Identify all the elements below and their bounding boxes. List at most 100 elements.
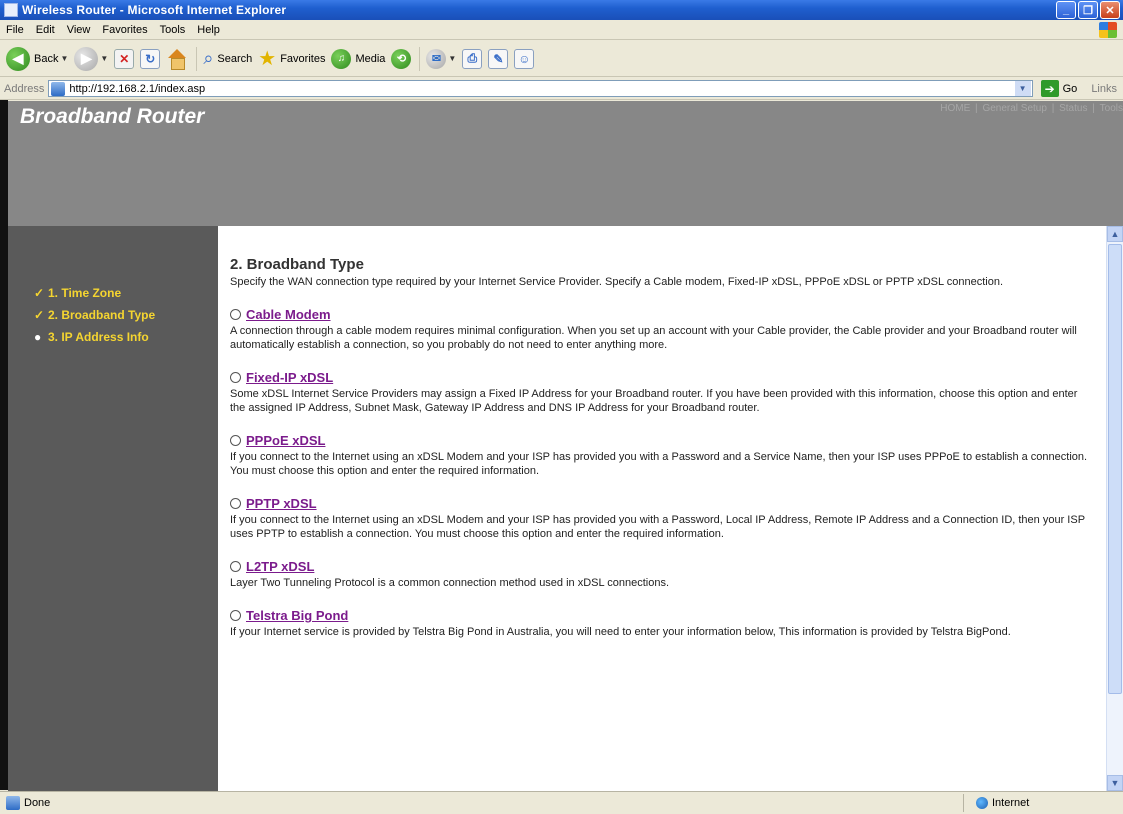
back-button[interactable]: ◀ Back ▼ [6, 46, 68, 71]
link-telstra-big-pond[interactable]: Telstra Big Pond [246, 608, 348, 623]
page-done-icon [6, 796, 20, 810]
go-label: Go [1062, 82, 1078, 95]
menu-file[interactable]: File [6, 24, 24, 36]
menu-help[interactable]: Help [197, 24, 220, 36]
radio-cable-modem[interactable] [230, 309, 241, 320]
mail-button[interactable]: ✉ ▼ [426, 48, 456, 69]
maximize-button[interactable]: ❐ [1078, 1, 1098, 19]
link-cable-modem[interactable]: Cable Modem [246, 307, 331, 322]
forward-button[interactable]: ▶ ▼ [74, 46, 108, 71]
link-l2tp-xdsl[interactable]: L2TP xDSL [246, 559, 314, 574]
refresh-button[interactable]: ↻ [140, 48, 161, 69]
media-button[interactable]: ♫ Media [331, 48, 386, 69]
nav-home[interactable]: HOME [940, 103, 970, 114]
favorites-star-icon: ★ [258, 48, 277, 70]
media-icon: ♫ [331, 48, 352, 69]
nav-tools[interactable]: Tools [1100, 103, 1123, 114]
option-telstra-big-pond: Telstra Big Pond If your Internet servic… [230, 608, 1088, 639]
stop-icon: ✕ [114, 48, 135, 69]
broadband-type-form: 2. Broadband Type Specify the WAN connec… [230, 256, 1088, 639]
print-icon: ⎙ [462, 48, 483, 69]
checkmark-icon: ✓ [34, 308, 45, 322]
menu-edit[interactable]: Edit [36, 24, 55, 36]
media-label: Media [355, 52, 386, 65]
title-bar: Wireless Router - Microsoft Internet Exp… [0, 0, 1123, 20]
link-fixed-ip-xdsl[interactable]: Fixed-IP xDSL [246, 370, 333, 385]
page-icon [51, 81, 66, 96]
bullet-icon: ● [34, 330, 42, 344]
option-description: Some xDSL Internet Service Providers may… [230, 388, 1078, 414]
security-zone: Internet [963, 794, 1123, 812]
radio-pptp-xdsl[interactable] [230, 498, 241, 509]
history-button[interactable]: ⟲ [391, 48, 412, 69]
nav-status[interactable]: Status [1059, 103, 1087, 114]
scroll-down-icon[interactable]: ▼ [1107, 775, 1123, 791]
chevron-down-icon[interactable]: ▼ [1014, 81, 1031, 96]
chevron-down-icon[interactable]: ▼ [100, 54, 108, 63]
option-pppoe-xdsl: PPPoE xDSL If you connect to the Interne… [230, 433, 1088, 478]
scroll-up-icon[interactable]: ▲ [1107, 226, 1123, 242]
option-description: A connection through a cable modem requi… [230, 325, 1077, 351]
main-content: 2. Broadband Type Specify the WAN connec… [218, 226, 1106, 791]
radio-fixed-ip-xdsl[interactable] [230, 372, 241, 383]
chevron-down-icon[interactable]: ▼ [448, 54, 456, 63]
link-pppoe-xdsl[interactable]: PPPoE xDSL [246, 433, 325, 448]
wizard-sidebar: ✓ 1. Time Zone ✓ 2. Broadband Type ● 3. … [8, 226, 218, 791]
vertical-scrollbar[interactable]: ▲ ▼ [1106, 226, 1123, 791]
window-title: Wireless Router - Microsoft Internet Exp… [22, 3, 287, 17]
option-pptp-xdsl: PPTP xDSL If you connect to the Internet… [230, 496, 1088, 541]
radio-l2tp-xdsl[interactable] [230, 561, 241, 572]
home-icon [166, 48, 188, 70]
nav-separator: | [1092, 103, 1095, 114]
menu-favorites[interactable]: Favorites [102, 24, 147, 36]
status-text: Done [24, 797, 51, 809]
address-url[interactable]: http://192.168.2.1/index.asp [69, 83, 1014, 95]
chevron-down-icon[interactable]: ▼ [60, 54, 68, 63]
nav-separator: | [975, 103, 978, 114]
close-button[interactable]: ✕ [1100, 1, 1120, 19]
page-left-edge [0, 100, 8, 790]
go-arrow-icon: ➔ [1040, 80, 1059, 97]
nav-general-setup[interactable]: General Setup [982, 103, 1047, 114]
toolbar-divider [419, 46, 421, 71]
history-icon: ⟲ [391, 48, 412, 69]
wizard-steps: ✓ 1. Time Zone ✓ 2. Broadband Type ● 3. … [34, 286, 155, 352]
address-input[interactable]: http://192.168.2.1/index.asp ▼ [48, 80, 1033, 97]
zone-label: Internet [992, 797, 1030, 809]
home-button[interactable] [166, 48, 188, 70]
status-bar: Done Internet [0, 791, 1123, 814]
messenger-button[interactable]: ☺ [514, 48, 535, 69]
link-pptp-xdsl[interactable]: PPTP xDSL [246, 496, 317, 511]
scrollbar-thumb[interactable] [1108, 244, 1122, 694]
toolbar: ◀ Back ▼ ▶ ▼ ✕ ↻ ⌕ Search ★ Favorites ♫ … [0, 41, 1123, 77]
back-label: Back [34, 52, 59, 65]
search-label: Search [217, 52, 253, 65]
links-button[interactable]: Links [1091, 83, 1117, 95]
search-button[interactable]: ⌕ Search [203, 48, 252, 69]
edit-button[interactable]: ✎ [488, 48, 509, 69]
windows-logo-icon [1099, 21, 1117, 38]
favorites-button[interactable]: ★ Favorites [258, 46, 325, 71]
stop-button[interactable]: ✕ [114, 48, 135, 69]
menu-view[interactable]: View [67, 24, 91, 36]
wizard-step-ip-address-info[interactable]: ● 3. IP Address Info [34, 330, 155, 344]
edit-icon: ✎ [488, 48, 509, 69]
wizard-step-broadband-type[interactable]: ✓ 2. Broadband Type [34, 308, 155, 322]
option-fixed-ip-xdsl: Fixed-IP xDSL Some xDSL Internet Service… [230, 370, 1088, 415]
radio-telstra-big-pond[interactable] [230, 610, 241, 621]
toolbar-divider [196, 46, 198, 71]
option-description: Layer Two Tunneling Protocol is a common… [230, 577, 670, 589]
brand-title: Broadband Router [20, 105, 205, 128]
menu-tools[interactable]: Tools [160, 24, 186, 36]
checkmark-icon: ✓ [34, 286, 45, 300]
wizard-step-time-zone[interactable]: ✓ 1. Time Zone [34, 286, 155, 300]
option-description: If your Internet service is provided by … [230, 626, 1011, 638]
messenger-icon: ☺ [514, 48, 535, 69]
search-icon: ⌕ [203, 48, 214, 68]
radio-pppoe-xdsl[interactable] [230, 435, 241, 446]
minimize-button[interactable]: _ [1056, 1, 1076, 19]
print-button[interactable]: ⎙ [462, 48, 483, 69]
top-navigation: HOME | General Setup | Status | Tools [938, 103, 1123, 114]
option-cable-modem: Cable Modem A connection through a cable… [230, 307, 1088, 352]
go-button[interactable]: ➔ Go [1037, 80, 1078, 97]
